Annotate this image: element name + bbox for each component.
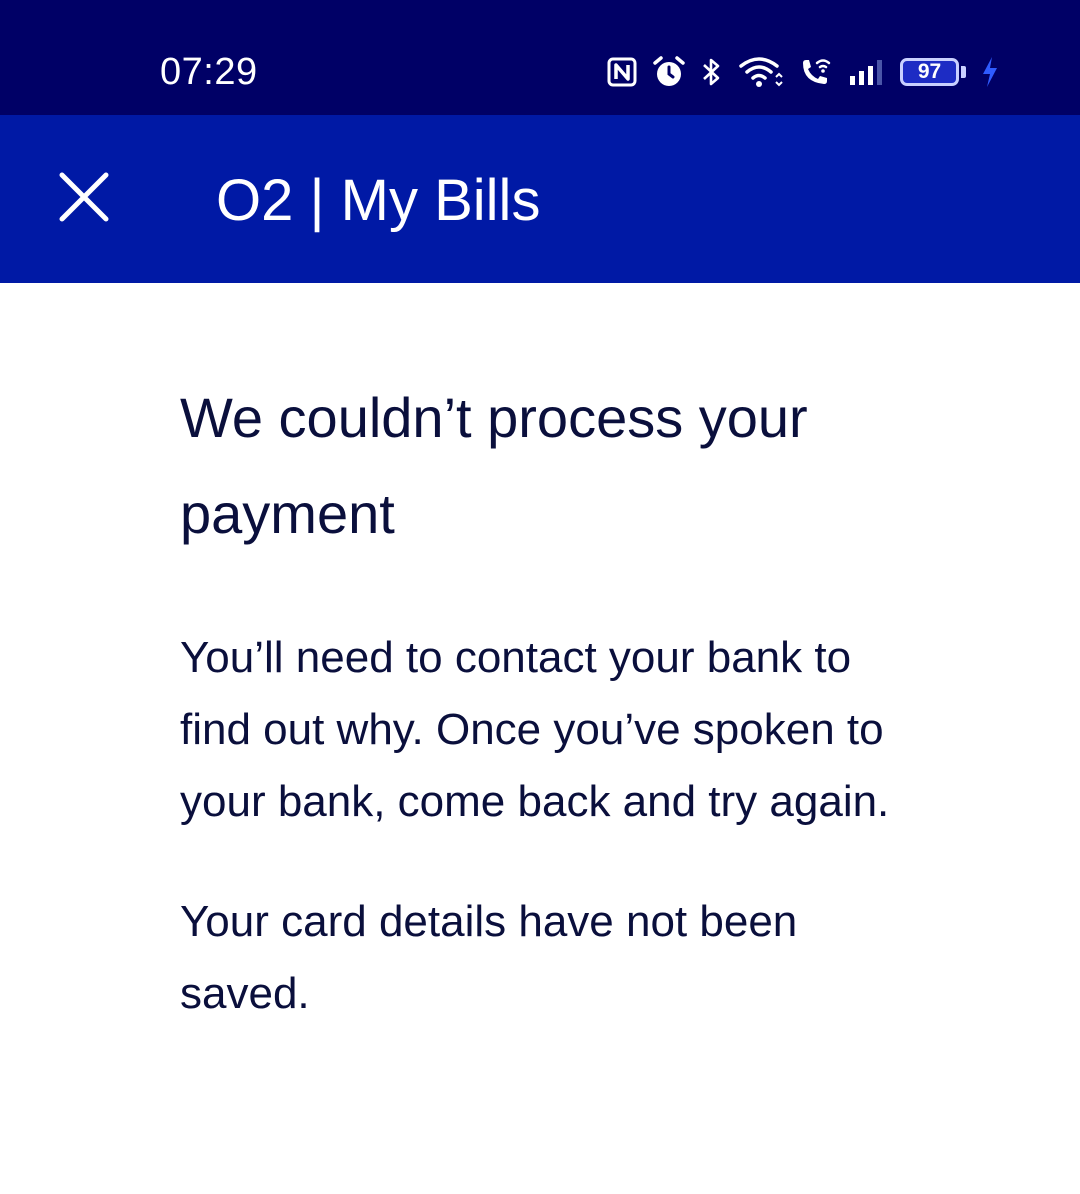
wifi-calling-icon — [798, 55, 834, 89]
alarm-icon — [652, 55, 686, 89]
close-icon — [58, 171, 110, 228]
error-content: We couldn’t process your payment You’ll … — [180, 370, 900, 1030]
app-bar: O2 | My Bills — [0, 115, 1080, 283]
charging-icon — [980, 55, 1000, 89]
nfc-icon — [606, 56, 638, 88]
close-button[interactable] — [50, 165, 118, 233]
card-details-note: Your card details have not been saved. — [180, 897, 798, 1018]
battery-level: 97 — [900, 58, 960, 86]
page-title: O2 | My Bills — [216, 168, 541, 233]
battery-icon: 97 — [900, 57, 966, 87]
wifi-icon — [738, 55, 784, 89]
status-time: 07:29 — [160, 51, 258, 93]
error-heading: We couldn’t process your payment — [180, 386, 808, 545]
signal-icon — [848, 57, 886, 87]
status-bar: 07:29 97 — [0, 0, 1080, 115]
error-message: You’ll need to contact your bank to find… — [180, 633, 890, 826]
bluetooth-icon — [700, 55, 724, 89]
status-icons: 97 — [606, 50, 1000, 94]
